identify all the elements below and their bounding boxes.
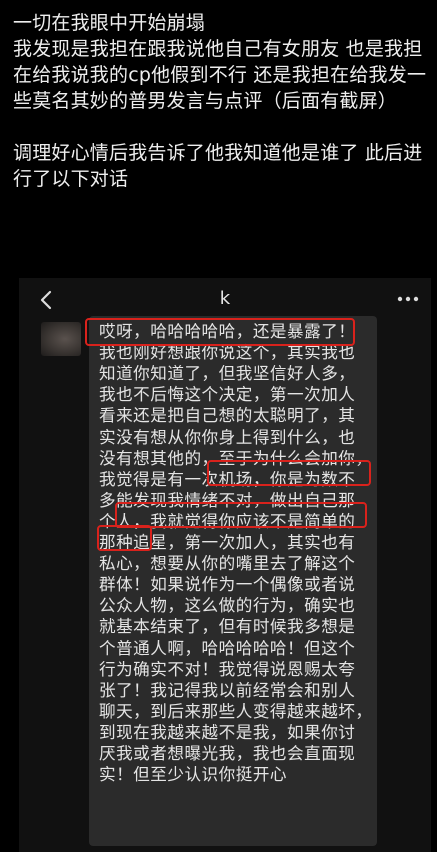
message-line: 实！但至少认识你挺开心: [99, 765, 288, 785]
message-line: 行为确实不对！我觉得说恩赐太夸: [99, 659, 356, 679]
message-line: 私心，想要从你的嘴里去了解这个: [99, 554, 356, 574]
message-line: 聊天，到后来那些人变得越来越坏，: [99, 701, 373, 721]
chat-screenshot: k 哎呀，哈哈哈哈哈，还是暴露了！ 我也刚好想跟你说这个，其实我也 知道你知道了，但…: [19, 278, 431, 852]
avatar[interactable]: [41, 322, 81, 356]
message-line: 公众人物，这么做的行为，确实也: [99, 596, 356, 616]
message-line: 我觉得是有一次机场，你是为数不: [99, 469, 356, 489]
message-line: 个普通人啊，哈哈哈哈哈！但这个: [99, 638, 356, 658]
post-line-1: 一切在我眼中开始崩塌: [13, 12, 206, 34]
message-line: 哎呀，哈哈哈哈哈，还是暴露了！: [99, 322, 356, 341]
message-line: 知道你知道了，但我坚信好人多，: [99, 364, 356, 384]
message-line: 没有想其他的，至于为什么会加你，: [99, 448, 373, 468]
message-line: 厌我或者想曝光我，我也会直面现: [99, 744, 356, 763]
message-line: 张了！我记得我以前经常会和别人: [99, 680, 356, 700]
chat-title: k: [219, 288, 231, 309]
message-line: 那种追星，第一次加人，其实也有: [99, 533, 356, 552]
post-line-3: 调理好心情后我告诉了他我知道他是谁了 此后进行了以下对话: [13, 142, 423, 190]
message-line: 到现在我越来越不是我，如果你讨: [99, 722, 356, 742]
message-line: 我也不后悔这个决定，第一次加人: [99, 385, 356, 405]
message-line: 多能发现我情绪不对，做出自己那: [99, 490, 356, 510]
post-text: 一切在我眼中开始崩塌 我发现是我担在跟我说他自己有女朋友 也是我担在给我说我的c…: [13, 10, 429, 192]
message-line: 实没有想从你你身上得到什么，也: [99, 427, 356, 447]
message-line: 我也刚好想跟你说这个，其实我也: [99, 343, 356, 363]
message-line: 个人，我就觉得你应该不是简单的: [99, 511, 356, 531]
message-line: 看来还是把自己想的太聪明了，其: [99, 406, 356, 426]
message-line: 就基本结束了，但有时候我多想是: [99, 617, 356, 637]
message-line: 群体！如果说作为一个偶像或者说: [99, 575, 356, 595]
post-line-2: 我发现是我担在跟我说他自己有女朋友 也是我担在给我说我的cp他假到不行 还是我担…: [13, 38, 427, 112]
more-dots-icon[interactable]: [397, 296, 419, 302]
